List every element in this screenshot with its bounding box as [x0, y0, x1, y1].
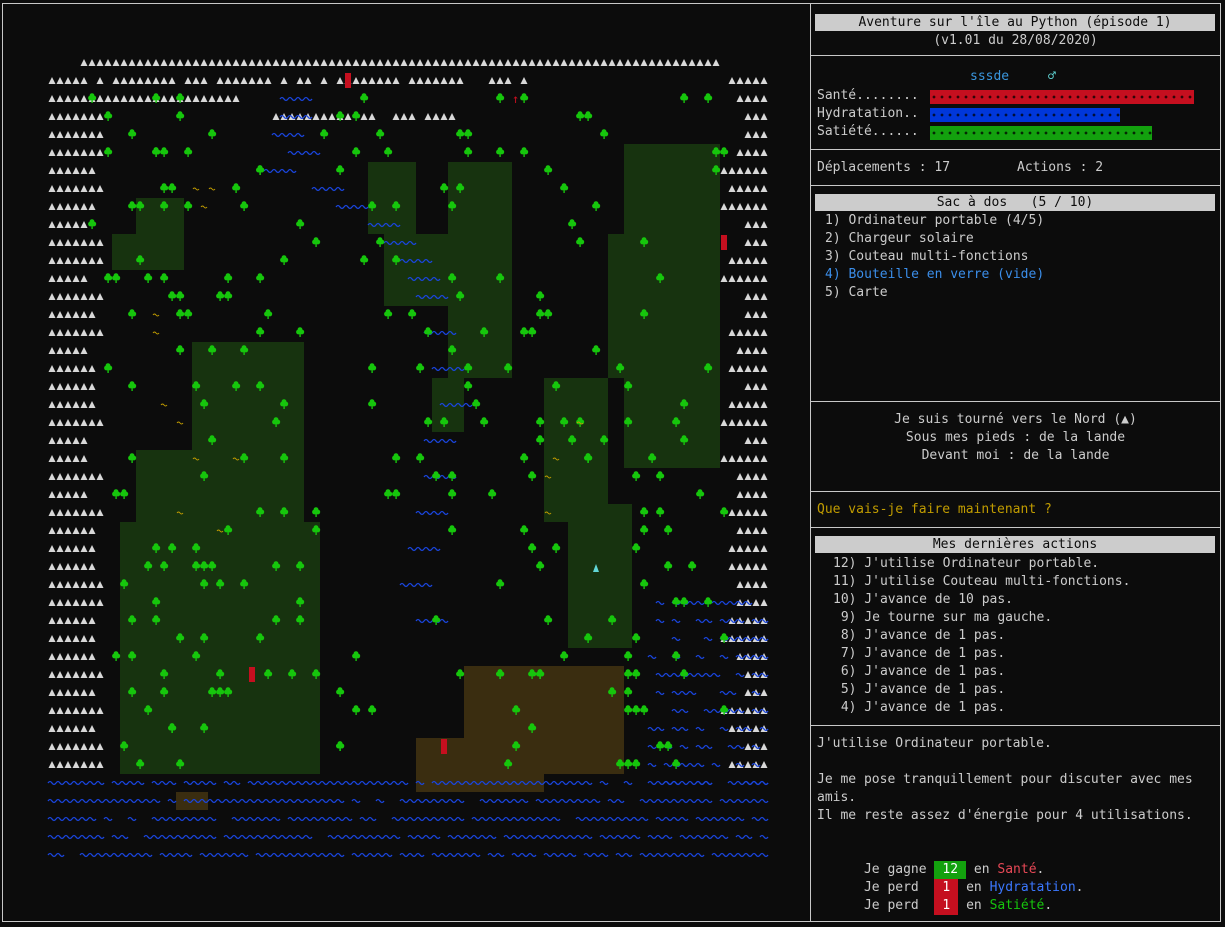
effect-verb: Je perd	[863, 898, 919, 913]
stat-label-health: Santé........	[817, 88, 919, 103]
status-panel: Aventure sur l'île au Python (épisode 1)…	[811, 4, 1220, 921]
backpack-list: 1) Ordinateur portable (4/5) 2) Chargeur…	[825, 212, 1044, 302]
effect-prep: en	[966, 898, 982, 913]
message-line: Il me reste assez d'énergie pour 4 utili…	[817, 808, 1193, 823]
backpack-item[interactable]: 1) Ordinateur portable (4/5)	[825, 212, 1044, 230]
facing-text: Je suis tourné vers le Nord (▲)	[894, 412, 1137, 427]
effect-health: Je gagne 12 en Santé.	[863, 861, 1045, 879]
game-title: Aventure sur l'île au Python (épisode 1)	[815, 14, 1215, 31]
terminal-frame: ↑ Aventure sur l'île au Python (épisode …	[2, 3, 1221, 922]
under-feet-text: Sous mes pieds : de la lande	[905, 430, 1126, 445]
history-item: 8) J'avance de 1 pas.	[833, 628, 1006, 643]
message-line: Je me pose tranquillement pour discuter …	[817, 772, 1193, 787]
hydration-bar	[930, 108, 1120, 122]
gender-icon: ♂	[1048, 69, 1056, 84]
in-front-text: Devant moi : de la lande	[921, 448, 1110, 463]
history-item: 11) J'utilise Couteau multi-fonctions.	[833, 574, 1131, 589]
backpack-item[interactable]: 4) Bouteille en verre (vide)	[825, 266, 1044, 284]
history-item: 9) Je tourne sur ma gauche.	[833, 610, 1053, 625]
message-line: J'utilise Ordinateur portable.	[817, 736, 1052, 751]
map-canvas: ↑	[47, 59, 769, 858]
island-map: ↑	[3, 4, 810, 921]
separator	[811, 55, 1220, 56]
stat-label-satiety: Satiété......	[817, 124, 919, 139]
history-item: 4) J'avance de 1 pas.	[833, 700, 1006, 715]
actions-counter: Actions : 2	[1017, 160, 1104, 175]
game-version: (v1.01 du 28/08/2020)	[933, 33, 1098, 48]
history-item: 5) J'avance de 1 pas.	[833, 682, 1006, 697]
moves-counter: Déplacements : 17	[817, 160, 951, 175]
message-line: amis.	[817, 790, 857, 805]
backpack-title: Sac à dos (5 / 10)	[815, 194, 1215, 211]
health-bar	[930, 90, 1194, 104]
stat-label-hydration: Hydratation..	[817, 106, 919, 121]
history-item: 12) J'utilise Ordinateur portable.	[833, 556, 1100, 571]
history-title: Mes dernières actions	[815, 536, 1215, 553]
separator	[811, 491, 1220, 492]
backpack-item[interactable]: 3) Couteau multi-fonctions	[825, 248, 1044, 266]
effect-satiety: Je perd 1 en Satiété.	[863, 897, 1053, 915]
satiety-bar	[930, 126, 1152, 140]
separator	[811, 185, 1220, 186]
history-item: 7) J'avance de 1 pas.	[833, 646, 1006, 661]
svg-text:↑: ↑	[512, 92, 519, 106]
player-name: sssde	[970, 69, 1010, 84]
effect-value-chip: 1	[934, 897, 959, 915]
history-list: 12) J'utilise Ordinateur portable. 11) J…	[833, 555, 1130, 717]
history-item: 6) J'avance de 1 pas.	[833, 664, 1006, 679]
backpack-item[interactable]: 2) Chargeur solaire	[825, 230, 1044, 248]
effect-stat: Satiété	[989, 898, 1045, 913]
history-item: 10) J'avance de 10 pas.	[833, 592, 1014, 607]
action-prompt: Que vais-je faire maintenant ?	[817, 502, 1052, 517]
separator	[811, 527, 1220, 528]
separator	[811, 401, 1220, 402]
effect-hydration: Je perd 1 en Hydratation.	[863, 879, 1084, 897]
backpack-item[interactable]: 5) Carte	[825, 284, 1044, 302]
separator	[811, 725, 1220, 726]
separator	[811, 149, 1220, 150]
